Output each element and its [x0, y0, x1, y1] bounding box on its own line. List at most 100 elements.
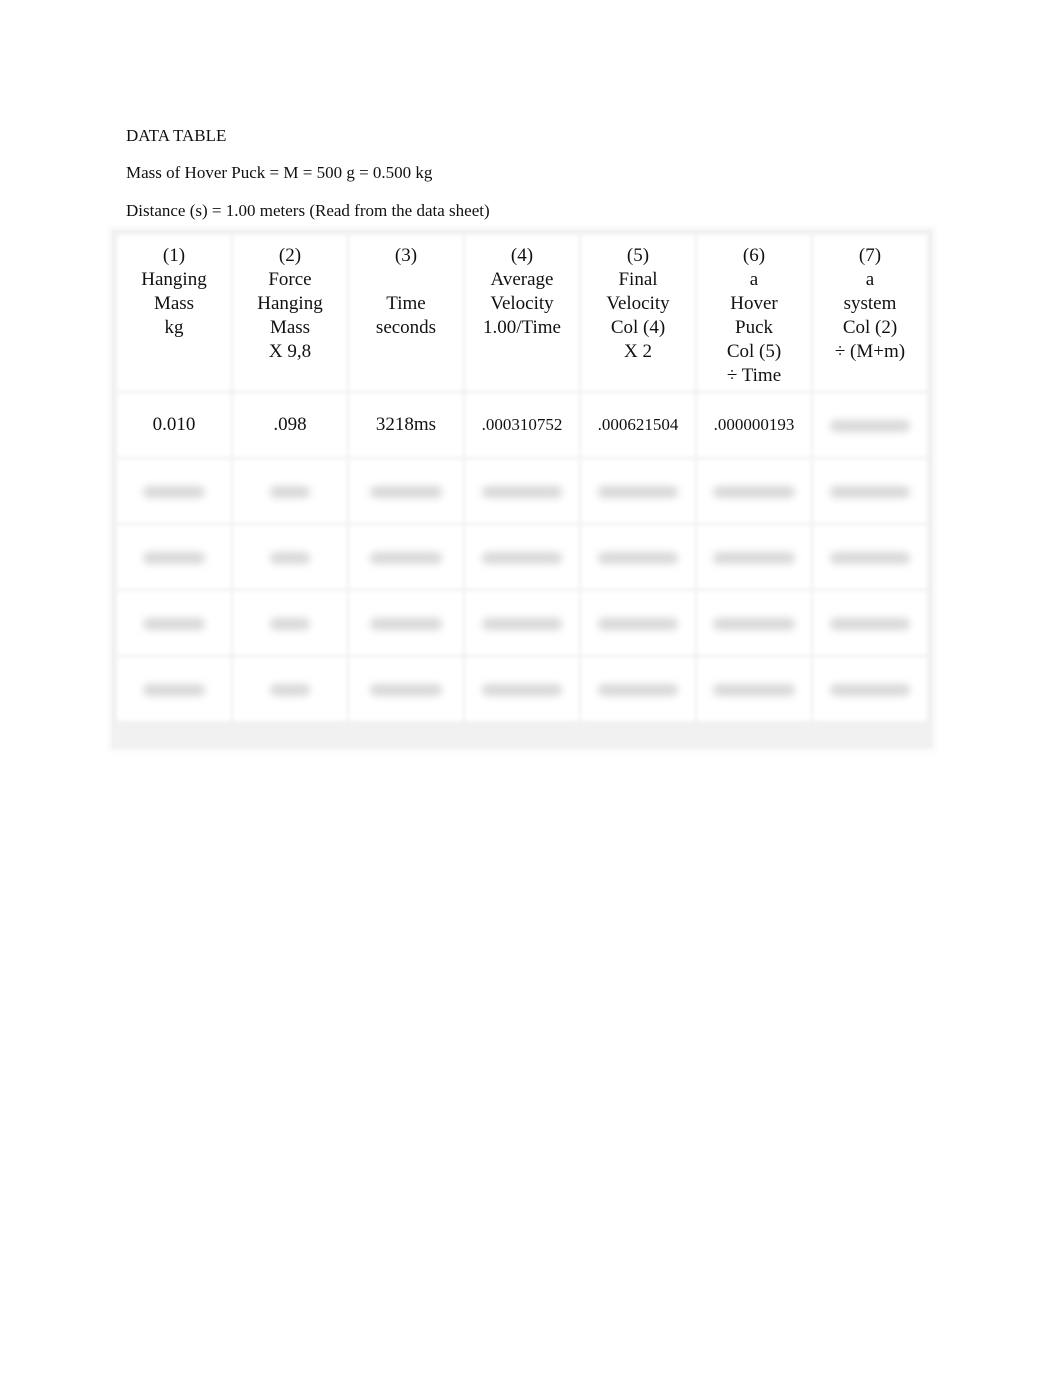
column-header-line: Hover [730, 293, 778, 314]
table-cell-col-1 [120, 528, 228, 586]
table-cell-col-7 [816, 660, 924, 718]
column-header-line [352, 268, 460, 292]
column-header-3: (3) Time seconds [352, 238, 460, 388]
table-cell-col-3 [352, 660, 460, 718]
redacted-value [270, 683, 310, 696]
column-header-line: ÷ (M+m) [834, 341, 906, 362]
table-row [120, 462, 924, 520]
table-cell-col-1: 0.010 [120, 396, 228, 454]
column-header-line: X 9,8 [268, 341, 312, 362]
redacted-value [370, 551, 442, 564]
table-cell-col-6: .000000193 [700, 396, 808, 454]
table-cell-col-1 [120, 594, 228, 652]
table-cell-col-6 [700, 594, 808, 652]
column-header-7: (7) a system Col (2) ÷ (M+m) [816, 238, 924, 388]
table-cell-col-3 [352, 462, 460, 520]
column-header-line: Force [268, 269, 312, 290]
redacted-value [830, 552, 910, 565]
cell-value: .000621504 [597, 415, 679, 434]
column-header-line: Puck [735, 317, 773, 338]
redacted-value [830, 420, 910, 433]
redacted-value [270, 485, 310, 498]
table-cell-col-1 [120, 660, 228, 718]
redacted-value [482, 618, 562, 631]
table-cell-col-7 [816, 594, 924, 652]
distance-line: Distance (s) = 1.00 meters (Read from th… [126, 201, 490, 220]
redacted-value [482, 486, 562, 499]
table-cell-col-4 [468, 528, 576, 586]
cell-value: .000310752 [481, 415, 563, 434]
table-cell-col-3: 3218ms [352, 396, 460, 454]
table-row [120, 660, 924, 718]
hover-puck-mass-line: Mass of Hover Puck = M = 500 g = 0.500 k… [126, 163, 433, 182]
column-header-line: (6) [742, 245, 766, 266]
column-header-line: a [865, 269, 875, 290]
column-header-line: (3) [394, 245, 418, 266]
column-header-line: Time [386, 293, 426, 314]
table-cell-col-6 [700, 462, 808, 520]
cell-value: .000000193 [713, 415, 795, 434]
cell-value: 3218ms [375, 414, 437, 435]
table-cell-col-6 [700, 528, 808, 586]
column-header-4: (4) Average Velocity 1.00/Time [468, 238, 576, 388]
header-row: (1) Hanging Mass kg (2) Force Hanging Mass X 9,8… [120, 238, 924, 388]
table-cell-col-7 [816, 396, 924, 454]
redacted-value [482, 552, 562, 565]
redacted-value [370, 617, 442, 630]
redacted-value [270, 617, 310, 630]
table-cell-col-2 [236, 594, 344, 652]
column-header-line: Hanging [141, 269, 207, 290]
table-cell-col-2 [236, 528, 344, 586]
column-header-line: Mass [153, 293, 195, 314]
data-table: (1) Hanging Mass kg (2) Force Hanging Mass X 9,8… [112, 230, 932, 726]
table-cell-col-7 [816, 462, 924, 520]
table-cell-col-3 [352, 528, 460, 586]
column-header-5: (5) Final Velocity Col (4) X 2 [584, 238, 692, 388]
redacted-value [598, 618, 678, 631]
redacted-value [143, 683, 205, 696]
document-title: DATA TABLE [126, 126, 227, 145]
column-header-2: (2) Force Hanging Mass X 9,8 [236, 238, 344, 388]
table-cell-col-5: .000621504 [584, 396, 692, 454]
table-cell-col-5 [584, 594, 692, 652]
redacted-value [713, 618, 795, 631]
column-header-line: Mass [269, 317, 311, 338]
column-header-line: ÷ Time [726, 365, 782, 386]
column-header-line: Col (4) [610, 317, 666, 338]
table-cell-col-7 [816, 528, 924, 586]
redacted-value [713, 684, 795, 697]
table-cell-col-5 [584, 660, 692, 718]
table-row [120, 528, 924, 586]
column-header-line: (5) [626, 245, 650, 266]
table-cell-col-2 [236, 660, 344, 718]
column-header-line: 1.00/Time [483, 317, 561, 338]
cell-value: .098 [273, 414, 307, 435]
table-cell-col-2: .098 [236, 396, 344, 454]
table-cell-col-4 [468, 660, 576, 718]
redacted-value [598, 684, 678, 697]
table-cell-col-5 [584, 528, 692, 586]
table-cell-col-4 [468, 594, 576, 652]
redacted-value [830, 618, 910, 631]
table-cell-col-4 [468, 462, 576, 520]
column-header-line: Col (2) [842, 317, 898, 338]
column-header-line: Hanging [257, 293, 323, 314]
column-header-line: Velocity [490, 293, 554, 314]
redacted-value [482, 684, 562, 697]
redacted-value [143, 485, 205, 498]
table-body: 0.010 .098 3218ms .000310752 .000621504 .0000… [120, 396, 924, 718]
column-header-line: Velocity [606, 293, 670, 314]
cell-value: 0.010 [152, 414, 196, 435]
table-cell-col-3 [352, 594, 460, 652]
column-header-1: (1) Hanging Mass kg [120, 238, 228, 388]
table-cell-col-1 [120, 462, 228, 520]
table-row [120, 594, 924, 652]
redacted-value [830, 684, 910, 697]
redacted-value [143, 617, 205, 630]
column-header-line: (1) [162, 245, 186, 266]
table-cell-col-4: .000310752 [468, 396, 576, 454]
table-cell-col-6 [700, 660, 808, 718]
table-row: 0.010 .098 3218ms .000310752 .000621504 .0000… [120, 396, 924, 454]
column-header-line: (7) [858, 245, 882, 266]
table-cell-col-2 [236, 462, 344, 520]
